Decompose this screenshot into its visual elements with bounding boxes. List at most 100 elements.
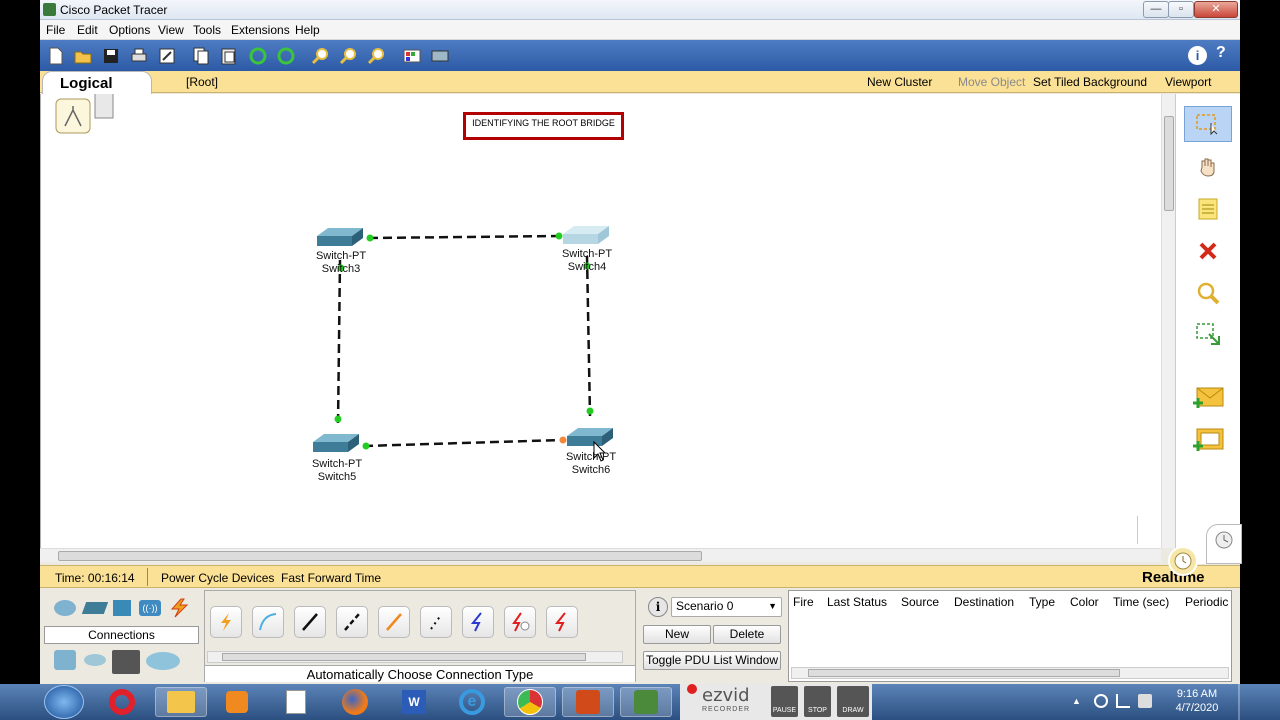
switch3-icon[interactable] — [317, 228, 363, 246]
fiber-icon[interactable] — [378, 606, 410, 638]
chrome-icon[interactable] — [504, 687, 556, 717]
delete-scenario-button[interactable]: Delete — [713, 625, 781, 644]
word-icon[interactable]: W — [388, 687, 440, 717]
note-box[interactable]: IDENTIFYING THE ROOT BRIDGE — [463, 112, 624, 140]
hubs-category-icon[interactable] — [113, 600, 131, 616]
serial-dce-icon[interactable] — [504, 606, 536, 638]
connection-types-scroll-thumb[interactable] — [222, 653, 586, 661]
pause-button[interactable]: PAUSE — [771, 686, 798, 717]
stop-button[interactable]: STOP — [804, 686, 831, 717]
show-desktop-button[interactable] — [1238, 684, 1240, 720]
redo-icon[interactable] — [276, 46, 296, 66]
start-orb-icon[interactable] — [44, 685, 84, 719]
menu-extensions[interactable]: Extensions — [231, 23, 290, 37]
copper-cross-over-icon[interactable] — [336, 606, 368, 638]
switch4-icon[interactable] — [563, 226, 609, 244]
new-cluster-button[interactable]: New Cluster — [867, 75, 932, 89]
firefox-icon[interactable] — [329, 687, 381, 717]
open-folder-icon[interactable] — [73, 46, 93, 66]
zoom-out-icon[interactable] — [366, 46, 386, 66]
zoom-reset-icon[interactable] — [338, 46, 358, 66]
hand-move-icon[interactable] — [1184, 149, 1232, 185]
add-complex-pdu-icon[interactable] — [1184, 422, 1232, 458]
document-icon[interactable] — [270, 687, 322, 717]
undo-icon[interactable] — [248, 46, 268, 66]
connection-subtype-icon[interactable] — [54, 650, 76, 670]
menu-options[interactable]: Options — [109, 23, 150, 37]
realtime-clock-icon[interactable] — [1168, 546, 1198, 576]
navigation-icon[interactable] — [55, 98, 91, 134]
phone-cable-icon[interactable] — [420, 606, 452, 638]
coaxial-cable-icon[interactable] — [462, 606, 494, 638]
save-icon[interactable] — [101, 46, 121, 66]
power-cycle-button[interactable]: Power Cycle Devices — [161, 571, 274, 585]
select-tool-icon[interactable] — [1184, 106, 1232, 142]
menu-tools[interactable]: Tools — [193, 23, 221, 37]
logical-workspace-canvas[interactable]: IDENTIFYING THE ROOT BRIDGE Switch-PT Swi… — [40, 94, 1161, 548]
place-note-icon[interactable] — [1184, 191, 1232, 227]
print-icon[interactable] — [129, 46, 149, 66]
menu-help[interactable]: Help — [295, 23, 320, 37]
connection-subtype-icon[interactable] — [84, 654, 106, 666]
horizontal-scroll-thumb[interactable] — [58, 551, 702, 561]
serial-dte-icon[interactable] — [546, 606, 578, 638]
cable-switch3-switch4[interactable] — [368, 234, 560, 240]
move-object-button[interactable]: Move Object — [958, 75, 1025, 89]
copper-straight-through-icon[interactable] — [294, 606, 326, 638]
minimize-button[interactable]: — — [1143, 1, 1169, 18]
tray-expand-icon[interactable]: ▲ — [1072, 696, 1081, 706]
add-simple-pdu-icon[interactable] — [1184, 380, 1232, 416]
help-icon[interactable]: ? — [1216, 44, 1226, 62]
root-label[interactable]: [Root] — [186, 75, 218, 89]
vertical-scroll-thumb[interactable] — [1164, 116, 1174, 211]
copy-icon[interactable] — [191, 46, 211, 66]
inspect-icon[interactable] — [1184, 275, 1232, 311]
vertical-scrollbar[interactable] — [1161, 94, 1175, 548]
media-player-icon[interactable] — [211, 687, 263, 717]
toggle-pdu-list-button[interactable]: Toggle PDU List Window — [643, 651, 781, 670]
viewport-button[interactable]: Viewport — [1165, 75, 1211, 89]
menu-edit[interactable]: Edit — [77, 23, 98, 37]
cable-switch3-switch5[interactable] — [336, 259, 342, 425]
connection-subtype-icon[interactable] — [146, 652, 180, 670]
set-tiled-background-button[interactable]: Set Tiled Background — [1033, 75, 1147, 89]
menu-view[interactable]: View — [158, 23, 184, 37]
packet-tracer-icon[interactable] — [620, 687, 672, 717]
resize-shape-icon[interactable] — [1184, 317, 1232, 353]
delete-icon[interactable] — [1184, 233, 1232, 269]
paste-icon[interactable] — [219, 46, 239, 66]
palette-icon[interactable] — [402, 46, 422, 66]
draw-button[interactable]: DRAW — [837, 686, 869, 717]
fast-forward-button[interactable]: Fast Forward Time — [281, 571, 381, 585]
routers-category-icon[interactable] — [54, 600, 76, 616]
switch6-icon[interactable] — [567, 428, 613, 446]
menu-file[interactable]: File — [46, 23, 65, 37]
horizontal-scrollbar[interactable] — [40, 548, 1161, 562]
file-explorer-icon[interactable] — [155, 687, 207, 717]
auto-connection-icon[interactable] — [210, 606, 242, 638]
internet-explorer-icon[interactable]: e — [446, 687, 498, 717]
cable-switch4-switch6[interactable] — [585, 255, 592, 417]
close-button[interactable]: ✕ — [1194, 1, 1238, 18]
realtime-mode-tab[interactable] — [1206, 524, 1242, 564]
switches-category-icon[interactable] — [81, 602, 109, 614]
pdu-list-scroll-thumb[interactable] — [808, 669, 1120, 677]
tray-app-icon[interactable] — [1094, 694, 1108, 708]
scenario-info-icon[interactable]: i — [648, 597, 668, 617]
connection-types-scrollbar[interactable] — [207, 651, 623, 663]
info-icon[interactable]: i — [1188, 46, 1207, 65]
wireless-category-icon[interactable]: ((·)) — [139, 600, 161, 616]
new-file-icon[interactable] — [46, 46, 66, 66]
maximize-button[interactable]: ▫ — [1168, 1, 1194, 18]
pdu-list-scrollbar[interactable] — [791, 667, 1229, 679]
console-cable-icon[interactable] — [252, 606, 284, 638]
network-icon[interactable] — [1116, 694, 1130, 708]
cable-switch5-switch6[interactable] — [363, 438, 563, 448]
connections-category-icon[interactable] — [167, 598, 191, 618]
custom-device-icon[interactable] — [430, 46, 450, 66]
activity-wizard-icon[interactable] — [157, 46, 177, 66]
connection-subtype-icon[interactable] — [112, 650, 140, 674]
scenario-select[interactable]: Scenario 0 ▼ — [671, 597, 782, 617]
switch5-icon[interactable] — [313, 434, 359, 452]
volume-icon[interactable] — [1138, 694, 1152, 708]
